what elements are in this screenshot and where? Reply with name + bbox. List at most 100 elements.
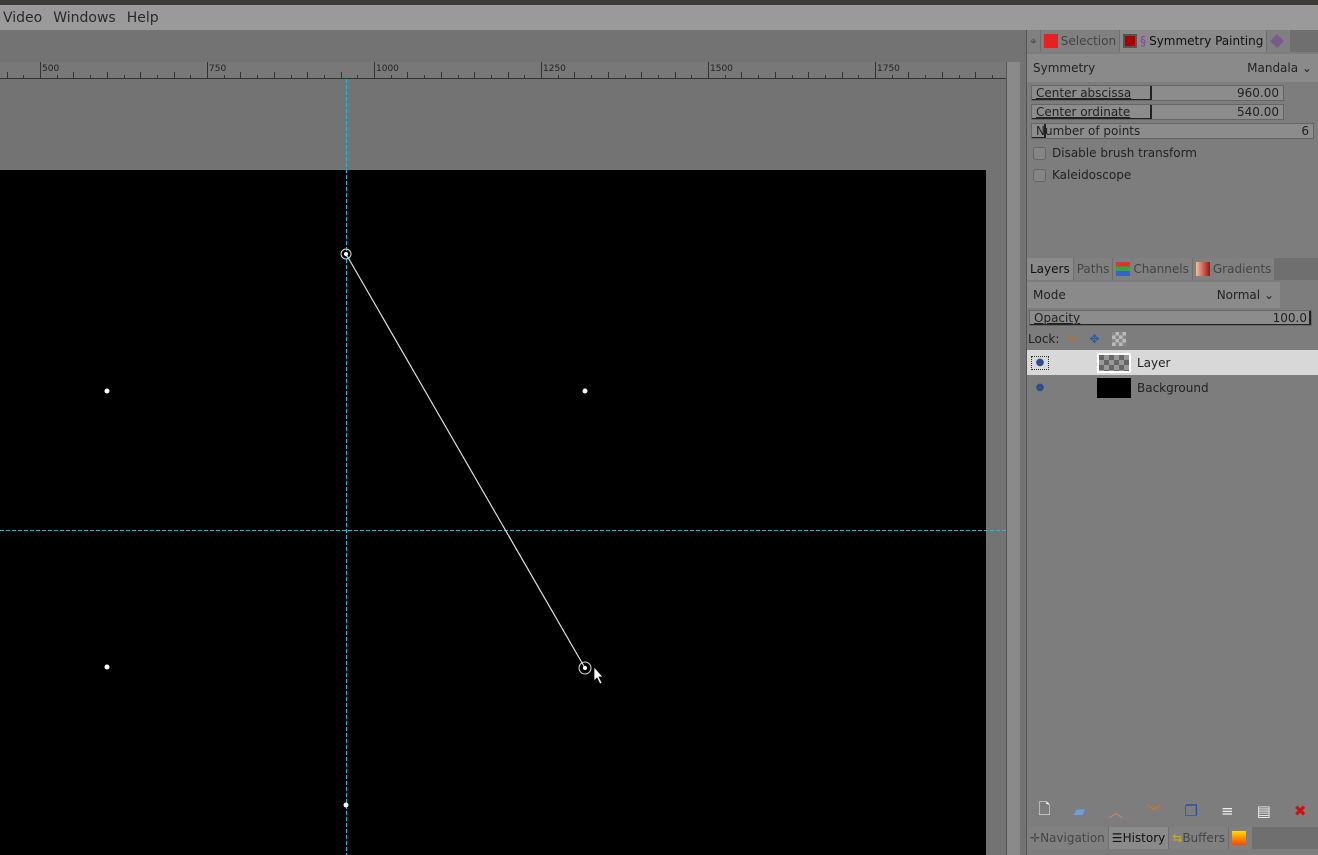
tab-paths[interactable]: Paths xyxy=(1073,258,1113,280)
ruler-tick xyxy=(624,75,626,78)
center-ordinate-field[interactable]: Center ordinate 540.00 xyxy=(1031,104,1284,120)
ruler-tick xyxy=(574,72,576,78)
tool-options-tabs: ⌖ Selection § Symmetry Painting xyxy=(1027,30,1318,52)
ruler-tick xyxy=(440,72,442,78)
layers-toolbar: 🗋 ▰ ︿ ﹀ ❐ ≡ ▤ ✖ xyxy=(1027,798,1318,824)
lower-layer-icon[interactable]: ﹀ xyxy=(1146,801,1161,822)
tab-extra[interactable] xyxy=(1267,30,1291,52)
tab-buffers[interactable]: ⇆ Buffers xyxy=(1169,827,1229,849)
ruler-tick xyxy=(541,62,542,78)
raise-layer-icon[interactable]: ︿ xyxy=(1108,801,1123,822)
ruler-label: 750 xyxy=(209,64,227,74)
eye-icon[interactable]: ● xyxy=(1031,355,1049,370)
ruler-tick xyxy=(708,62,709,78)
ruler-tick xyxy=(641,72,643,78)
gradient-icon xyxy=(1195,262,1210,276)
bottom-tabs: ✛ Navigation ☰ History ⇆ Buffers xyxy=(1027,827,1318,849)
ruler-tick xyxy=(875,62,876,78)
ruler-tick xyxy=(424,75,426,78)
ruler-tick xyxy=(490,75,492,78)
ruler-tick xyxy=(524,75,526,78)
ruler-tick xyxy=(607,72,609,78)
ruler-tick xyxy=(941,72,943,78)
ruler-tick xyxy=(657,75,659,78)
menu-help[interactable]: Help xyxy=(127,10,159,26)
ruler-tick xyxy=(273,72,275,78)
ruler-tick xyxy=(390,75,392,78)
canvas-overlay xyxy=(0,79,1006,855)
disable-brush-transform-checkbox[interactable]: Disable brush transform xyxy=(1027,142,1318,164)
ruler-tick xyxy=(858,75,860,78)
ruler-tick xyxy=(123,75,125,78)
ruler-label: 1250 xyxy=(543,64,566,74)
tab-layers[interactable]: Layers xyxy=(1027,258,1073,280)
horizontal-ruler[interactable]: 500 750 1000 1250 1500 1750 xyxy=(0,62,1006,79)
tab-palette[interactable] xyxy=(1229,827,1253,849)
tab-gradients[interactable]: Gradients xyxy=(1192,258,1275,280)
ruler-tick xyxy=(407,72,409,78)
ruler-label: 1750 xyxy=(877,64,900,74)
ruler-tick xyxy=(507,72,509,78)
ruler-tick xyxy=(791,75,793,78)
new-group-icon[interactable]: ▰ xyxy=(1074,802,1086,820)
ruler-label: 1000 xyxy=(376,64,399,74)
mode-select[interactable]: Mode Normal ⌄ xyxy=(1027,282,1280,308)
ruler-label: 500 xyxy=(42,64,60,74)
vertical-scrollbar[interactable] xyxy=(1006,62,1020,855)
layer-thumbnail xyxy=(1097,352,1131,373)
layer-row[interactable]: ● Layer xyxy=(1027,350,1318,375)
right-dock: ⌖ Selection § Symmetry Painting Symmetry … xyxy=(1026,30,1318,855)
chevron-down-icon: ⌄ xyxy=(1301,61,1312,75)
symmetry-point xyxy=(104,388,110,394)
ruler-tick xyxy=(357,75,359,78)
lock-pixels-icon[interactable]: ✎ xyxy=(1067,332,1077,346)
symmetry-point xyxy=(104,664,110,670)
ruler-tick xyxy=(841,72,843,78)
ruler-tick xyxy=(925,75,927,78)
eye-icon[interactable]: ● xyxy=(1031,381,1049,395)
ruler-tick xyxy=(975,72,977,78)
symmetry-select[interactable]: Symmetry Mandala ⌄ xyxy=(1027,54,1318,82)
tab-selection[interactable]: Selection xyxy=(1040,30,1120,52)
mouse-cursor-icon xyxy=(593,666,604,685)
tab-symmetry-painting[interactable]: § Symmetry Painting xyxy=(1120,30,1267,52)
ruler-tick xyxy=(73,72,75,78)
ruler-tick xyxy=(140,72,142,78)
ruler-tick xyxy=(891,75,893,78)
ruler-tick xyxy=(374,62,375,78)
ruler-tick xyxy=(340,72,342,78)
opacity-field[interactable]: Opacity 100.0 xyxy=(1029,310,1312,326)
lock-position-icon[interactable]: ✥ xyxy=(1089,332,1099,346)
tab-tool-options[interactable]: ⌖ xyxy=(1027,30,1040,52)
ruler-tick xyxy=(323,75,325,78)
ruler-label: 1500 xyxy=(710,64,733,74)
layer-row[interactable]: ● Background xyxy=(1027,375,1318,400)
ruler-tick xyxy=(240,72,242,78)
ruler-tick xyxy=(908,72,910,78)
ruler-tick xyxy=(290,75,292,78)
record-icon xyxy=(1123,34,1138,48)
ruler-tick xyxy=(958,75,960,78)
number-of-points-field[interactable]: Number of points 6 xyxy=(1031,123,1314,139)
mask-icon[interactable]: ▤ xyxy=(1257,802,1271,820)
symmetry-point xyxy=(582,388,588,394)
symmetry-icon: § xyxy=(1140,34,1147,48)
ruler-tick xyxy=(758,75,760,78)
new-layer-icon[interactable]: 🗋 xyxy=(1039,799,1051,824)
menu-video[interactable]: Video xyxy=(3,10,42,26)
lock-alpha-icon[interactable] xyxy=(1111,332,1126,346)
delete-layer-icon[interactable]: ✖ xyxy=(1294,802,1307,820)
tab-history[interactable]: ☰ History xyxy=(1108,827,1169,849)
menu-windows[interactable]: Windows xyxy=(53,10,116,26)
tab-navigation[interactable]: ✛ Navigation xyxy=(1027,827,1108,849)
layer-thumbnail xyxy=(1097,377,1131,398)
ruler-tick xyxy=(741,72,743,78)
center-abscissa-field[interactable]: Center abscissa 960.00 xyxy=(1031,85,1284,101)
merge-layer-icon[interactable]: ≡ xyxy=(1221,802,1234,820)
ruler-tick xyxy=(156,75,158,78)
ruler-tick xyxy=(223,75,225,78)
ruler-tick xyxy=(824,75,826,78)
tab-channels[interactable]: Channels xyxy=(1113,258,1192,280)
duplicate-layer-icon[interactable]: ❐ xyxy=(1184,802,1197,820)
kaleidoscope-checkbox[interactable]: Kaleidoscope xyxy=(1027,164,1318,186)
